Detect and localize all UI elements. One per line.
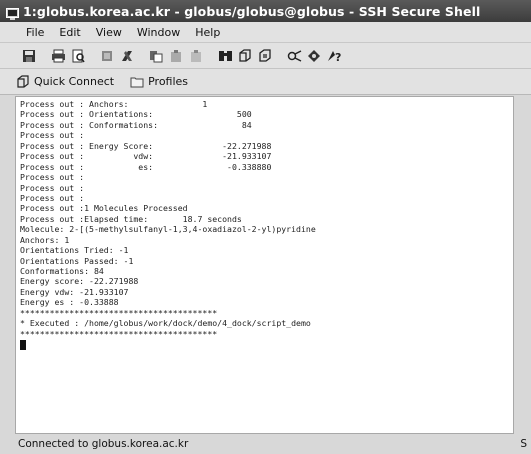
terminal-line: Process out : <box>20 182 85 193</box>
paste-icon[interactable] <box>147 47 165 65</box>
terminal-line: Process out : Conformations: 84 <box>20 119 252 130</box>
menu-file[interactable]: File <box>24 25 46 40</box>
terminal-line: Process out : Energy Score: -22.271988 <box>20 140 272 151</box>
save-icon[interactable] <box>20 47 38 65</box>
quick-connect-label: Quick Connect <box>34 75 115 88</box>
window-title: 1:globus.korea.ac.kr - globus/globus@glo… <box>23 3 481 19</box>
terminal-line: Process out : es: -0.338880 <box>20 161 272 172</box>
terminal-line: Energy es : -0.33888 <box>20 297 119 308</box>
terminal-line: Process out :1 Molecules Processed <box>20 203 188 214</box>
terminal-line: * Executed : /home/globus/work/dock/demo… <box>20 318 311 329</box>
terminal-line: Conformations: 84 <box>20 266 104 276</box>
disconnect-icon[interactable] <box>305 47 323 65</box>
print-icon[interactable] <box>49 47 67 65</box>
terminal-line: Energy vdw: -21.933107 <box>20 286 129 297</box>
settings-icon[interactable] <box>285 47 303 65</box>
profiles-label: Profiles <box>148 75 189 88</box>
menu-window[interactable]: Window <box>135 25 182 40</box>
svg-text:?: ? <box>335 51 341 63</box>
status-indicator: S <box>520 438 527 450</box>
connection-status: Connected to globus.korea.ac.kr <box>18 438 189 450</box>
paste-special-icon[interactable] <box>167 47 185 65</box>
terminal-line: Molecule: 2-[(5-methylsulfanyl-1,3,4-oxa… <box>20 224 316 235</box>
terminal-line: Orientations Tried: -1 <box>20 245 129 256</box>
terminal-line: Process out : <box>20 172 85 183</box>
menu-view[interactable]: View <box>94 25 124 40</box>
terminal-line: Process out :Elapsed time: 18.7 seconds <box>20 213 242 224</box>
terminal-line: Orientations Passed: -1 <box>20 255 134 266</box>
terminal-line: Energy score: -22.271988 <box>20 276 139 287</box>
menu-help[interactable]: Help <box>193 25 222 40</box>
terminal-line: Process out : <box>20 192 85 203</box>
terminal-output[interactable]: Process out : Anchors: 1 Process out : Or… <box>15 96 514 434</box>
title-bar: 1:globus.korea.ac.kr - globus/globus@glo… <box>0 0 531 22</box>
quick-connect-icon <box>17 75 29 88</box>
terminal-cursor <box>20 340 26 351</box>
toolbar: ? <box>0 43 531 69</box>
terminal-line: Anchors: 1 <box>20 234 70 245</box>
profiles-button[interactable]: Profiles <box>130 75 188 88</box>
terminal-line: Process out : <box>20 130 85 141</box>
folder-icon <box>130 77 144 87</box>
new-terminal-icon[interactable] <box>236 47 254 65</box>
app-icon <box>6 5 19 20</box>
terminal-line: Process out : Orientations: 500 <box>20 109 252 120</box>
quick-connect-bar: Quick Connect Profiles <box>0 69 531 95</box>
quick-connect-button[interactable]: Quick Connect <box>16 75 114 88</box>
new-file-transfer-icon[interactable] <box>256 47 274 65</box>
cut-icon[interactable] <box>98 47 116 65</box>
terminal-lines: Process out : Anchors: 1 Process out : Or… <box>16 97 513 339</box>
terminal-line: **************************************** <box>20 307 218 318</box>
help-icon[interactable]: ? <box>325 47 343 65</box>
terminal-line: **************************************** <box>20 328 218 339</box>
menu-edit[interactable]: Edit <box>57 25 82 40</box>
status-bar: Connected to globus.korea.ac.kr S <box>0 434 531 454</box>
paste-alt-icon[interactable] <box>187 47 205 65</box>
find-icon[interactable] <box>216 47 234 65</box>
print-preview-icon[interactable] <box>69 47 87 65</box>
terminal-line: Process out : Anchors: 1 <box>20 99 208 109</box>
terminal-line: Process out : vdw: -21.933107 <box>20 151 272 162</box>
copy-icon[interactable] <box>118 47 136 65</box>
menu-bar: File Edit View Window Help <box>0 22 531 43</box>
